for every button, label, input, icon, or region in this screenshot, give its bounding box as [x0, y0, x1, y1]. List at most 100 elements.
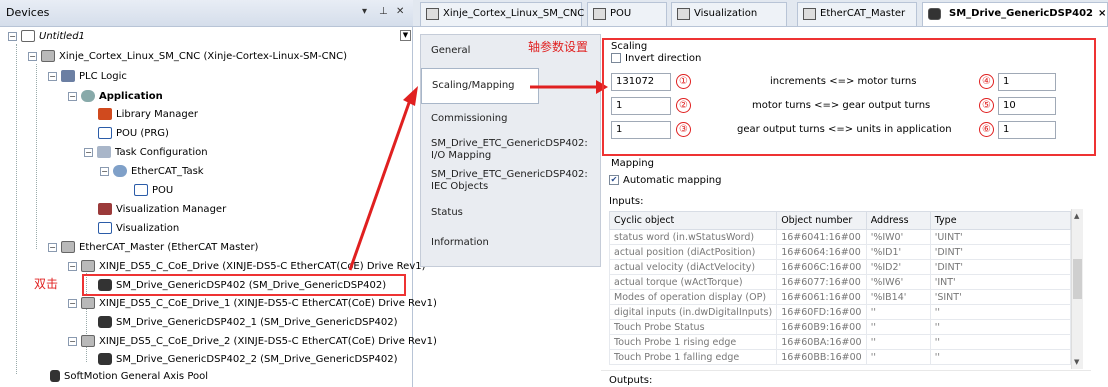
inputs-table: Cyclic object Object number Address Type… [608, 211, 1072, 365]
pou-icon [593, 8, 606, 20]
drive-icon [81, 260, 95, 272]
checkbox-checked-icon[interactable]: ✔ [609, 175, 619, 185]
motor-turns-left-input[interactable]: 1 [611, 97, 671, 115]
tree-item-axis-pool[interactable]: SoftMotion General Axis Pool [50, 367, 208, 387]
tab-sm-drive[interactable]: SM_Drive_GenericDSP402 × [922, 2, 1108, 26]
cell-object-number: 16#6041:16#00 [776, 229, 867, 245]
gear-output-input[interactable]: 10 [998, 97, 1056, 115]
tree-item-pou-prg[interactable]: POU (PRG) [98, 124, 169, 144]
devices-title-bar: Devices ▾ ⊥ ✕ [0, 0, 413, 27]
scroll-thumb[interactable] [1073, 259, 1082, 299]
tree-item-project[interactable]: − Untitled1 [8, 27, 85, 47]
collapse-icon[interactable]: − [84, 147, 93, 157]
col-cyclic-object[interactable]: Cyclic object [608, 211, 778, 230]
col-address[interactable]: Address [865, 211, 931, 230]
devices-title: Devices [6, 6, 50, 19]
inputs-label: Inputs: [609, 196, 644, 207]
table-row[interactable]: actual torque (wActTorque) 16#6077:16#00 '… [608, 274, 1072, 290]
gear-output-left-input[interactable]: 1 [611, 121, 671, 139]
collapse-icon[interactable]: − [48, 71, 57, 81]
cell-cyclic-object: Touch Probe Status [608, 319, 778, 335]
cell-address: '%IB14' [865, 289, 931, 305]
collapse-icon[interactable]: − [68, 261, 77, 271]
tab-ethercat-master[interactable]: EtherCAT_Master [797, 2, 917, 26]
cell-object-number: 16#60BB:16#00 [776, 349, 867, 365]
collapse-icon[interactable]: − [68, 336, 77, 346]
cell-object-number: 16#60B9:16#00 [776, 319, 867, 335]
axis-icon [98, 353, 112, 365]
pou-icon [98, 127, 112, 139]
axis-icon [98, 316, 112, 328]
tree-item-application[interactable]: − Application [68, 87, 163, 107]
tree-item-library-manager[interactable]: Library Manager [98, 105, 198, 125]
cell-cyclic-object: digital inputs (in.dwDigitalInputs) [608, 304, 778, 320]
collapse-icon[interactable]: − [8, 31, 17, 41]
table-row[interactable]: Touch Probe 1 rising edge 16#60BA:16#00 ''… [608, 334, 1072, 350]
cell-object-number: 16#6064:16#00 [776, 244, 867, 260]
collapse-icon[interactable]: − [68, 91, 77, 101]
annotation-arrows [348, 80, 608, 271]
tree-item-visualization[interactable]: Visualization [98, 219, 179, 239]
table-row[interactable]: Touch Probe 1 falling edge 16#60BB:16#00 '… [608, 349, 1072, 365]
tab-pou[interactable]: POU [587, 2, 667, 26]
tab-project[interactable]: Xinje_Cortex_Linux_SM_CNC [420, 2, 584, 26]
motor-turns-input[interactable]: 1 [998, 73, 1056, 91]
checkbox-icon[interactable] [611, 53, 621, 63]
tree-item-task-configuration[interactable]: − Task Configuration [84, 143, 208, 163]
table-row[interactable]: actual velocity (diActVelocity) 16#606C:1… [608, 259, 1072, 275]
collapse-icon[interactable]: − [48, 242, 57, 252]
cell-object-number: 16#6077:16#00 [776, 274, 867, 290]
dropdown-icon[interactable]: ▾ [362, 6, 367, 17]
tree-item-pou[interactable]: POU [134, 181, 173, 201]
tree-item-axis-1[interactable]: SM_Drive_GenericDSP402_1 (SM_Drive_Gener… [98, 313, 398, 333]
table-row[interactable]: status word (in.wStatusWord) 16#6041:16#0… [608, 229, 1072, 245]
cell-cyclic-object: Touch Probe 1 falling edge [608, 349, 778, 365]
units-input[interactable]: 1 [998, 121, 1056, 139]
visualization-icon [677, 8, 690, 20]
tree-item-device[interactable]: − Xinje_Cortex_Linux_SM_CNC (Xinje-Cortex… [28, 47, 347, 67]
tree-item-plc-logic[interactable]: − PLC Logic [48, 67, 127, 87]
tree-item-visualization-manager[interactable]: Visualization Manager [98, 200, 226, 220]
scroll-down-icon[interactable]: ▼ [1074, 358, 1079, 366]
tree-item-drive-2[interactable]: − XINJE_DS5_C_CoE_Drive_2 (XINJE-DS5-C Et… [68, 332, 437, 352]
outputs-section: Outputs: [601, 370, 1091, 387]
pin-icon[interactable]: ⊥ [379, 6, 388, 17]
col-object-number[interactable]: Object number [776, 211, 867, 230]
cell-type: 'SINT' [929, 289, 1072, 305]
tree-item-drive-1[interactable]: − XINJE_DS5_C_CoE_Drive_1 (XINJE-DS5-C Et… [68, 294, 437, 314]
cell-type: '' [929, 319, 1072, 335]
tab-visualization[interactable]: Visualization [671, 2, 787, 26]
cell-address: '%ID2' [865, 259, 931, 275]
marker-3: ③ [676, 122, 691, 137]
increments-input[interactable]: 131072 [611, 73, 671, 91]
motor-gear-label: motor turns <=> gear output turns [752, 100, 931, 111]
table-scrollbar[interactable]: ▲ ▼ [1071, 209, 1083, 369]
cell-type: 'DINT' [929, 244, 1072, 260]
table-row[interactable]: Touch Probe Status 16#60B9:16#00 '' '' [608, 319, 1072, 335]
scroll-up-icon[interactable]: ▲ [1074, 212, 1079, 220]
tree-item-ethercat-master[interactable]: − EtherCAT_Master (EtherCAT Master) [48, 238, 258, 258]
axis-icon [928, 8, 941, 20]
close-icon[interactable]: ✕ [396, 6, 404, 17]
collapse-icon[interactable]: − [100, 166, 109, 176]
table-row[interactable]: digital inputs (in.dwDigitalInputs) 16#60… [608, 304, 1072, 320]
table-row[interactable]: Modes of operation display (OP) 16#6061:1… [608, 289, 1072, 305]
mapping-group-title: Mapping [611, 158, 654, 169]
close-tab-icon[interactable]: × [1098, 8, 1106, 19]
cell-cyclic-object: actual position (diActPosition) [608, 244, 778, 260]
arrowhead-icon [403, 86, 418, 106]
col-type[interactable]: Type [929, 211, 1072, 230]
table-row[interactable]: actual position (diActPosition) 16#6064:1… [608, 244, 1072, 260]
outputs-label: Outputs: [609, 375, 653, 386]
collapse-icon[interactable]: − [28, 51, 37, 61]
cell-cyclic-object: Modes of operation display (OP) [608, 289, 778, 305]
tree-item-ethercat-task[interactable]: − EtherCAT_Task [100, 162, 204, 182]
cell-address: '' [865, 334, 931, 350]
visualization-manager-icon [98, 203, 112, 215]
cell-object-number: 16#60FD:16#00 [776, 304, 867, 320]
invert-direction-checkbox[interactable]: Invert direction [611, 53, 701, 64]
panel-menu-button[interactable]: ▼ [400, 30, 411, 41]
cell-type: 'DINT' [929, 259, 1072, 275]
collapse-icon[interactable]: − [68, 298, 77, 308]
automatic-mapping-checkbox[interactable]: ✔ Automatic mapping [609, 175, 722, 186]
